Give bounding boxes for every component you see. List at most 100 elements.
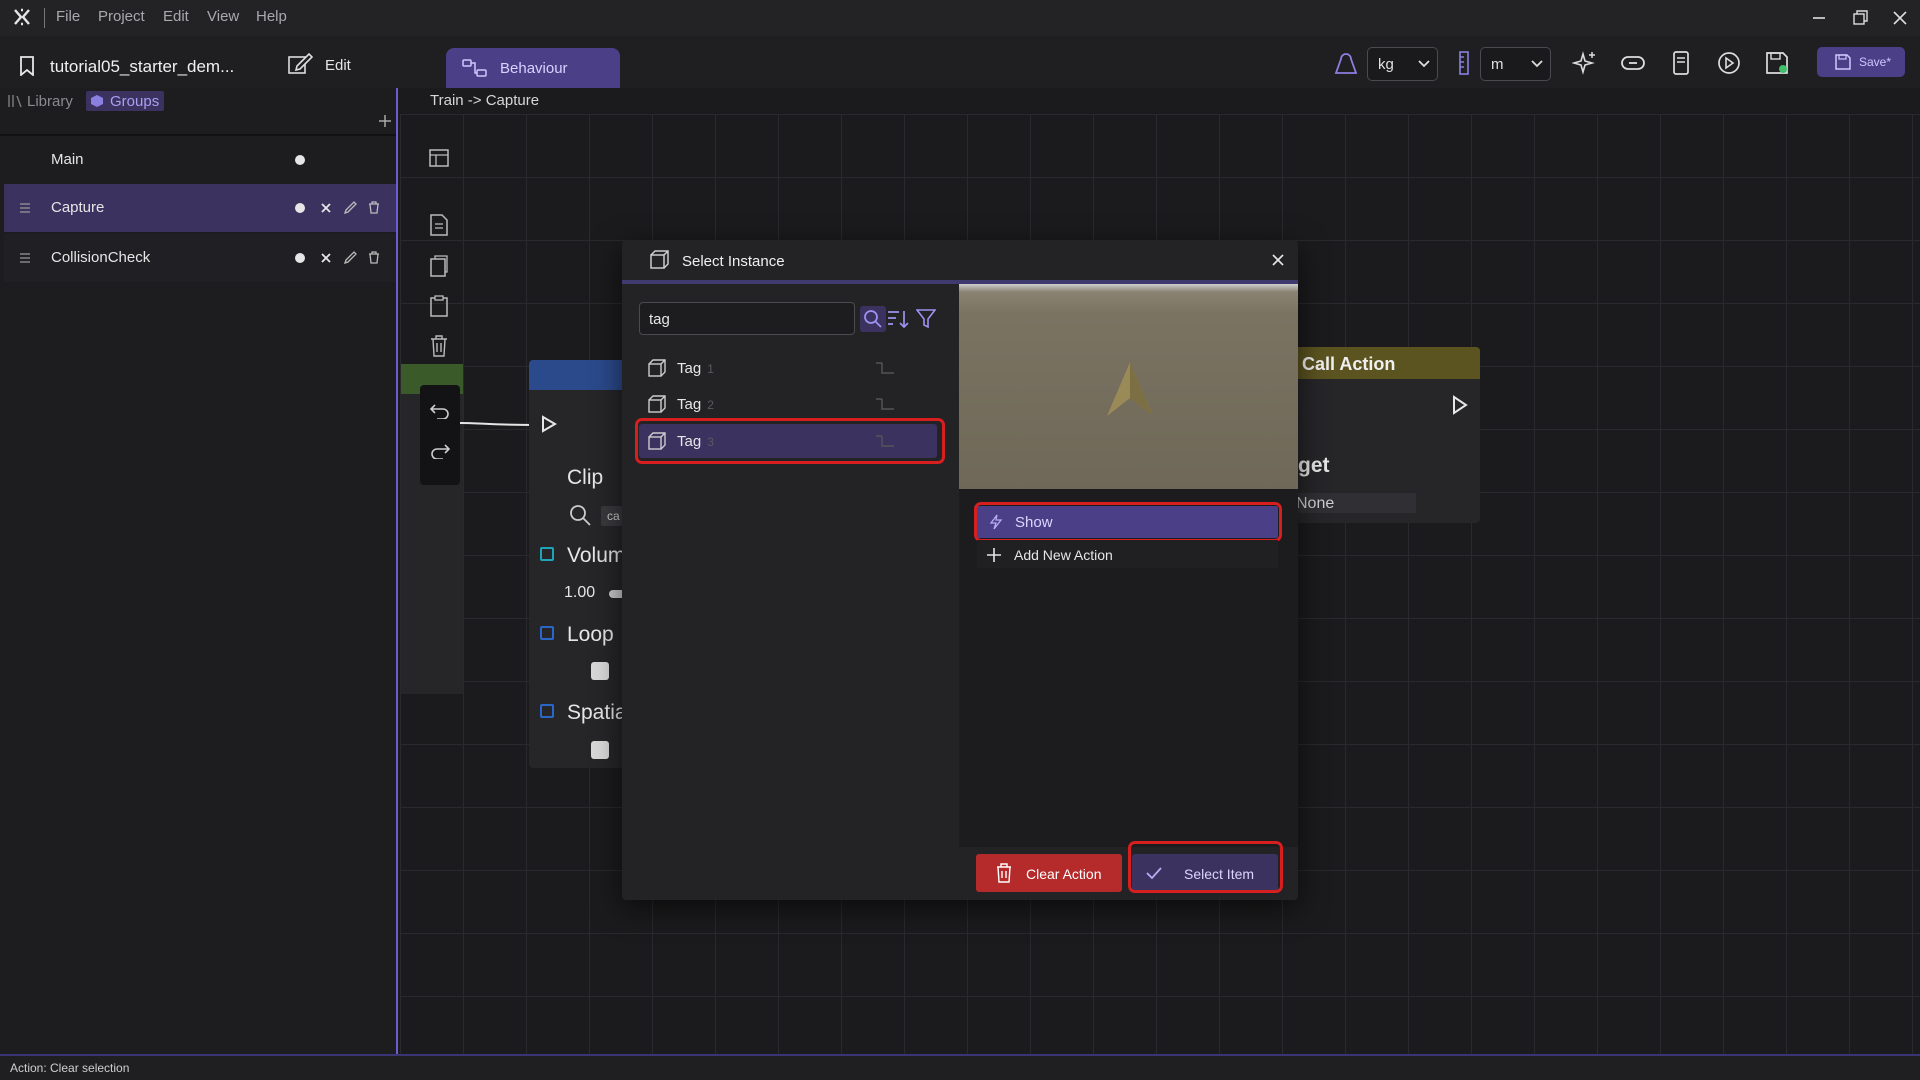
search-icon[interactable] (569, 504, 591, 526)
mass-icon (1333, 50, 1359, 76)
instance-icon (648, 359, 666, 377)
search-input[interactable]: tag (639, 302, 855, 335)
spatial-checkbox[interactable] (591, 741, 609, 759)
add-new-action-button[interactable]: Add New Action (977, 540, 1278, 568)
trash-icon[interactable] (368, 251, 380, 264)
menu-project[interactable]: Project (98, 8, 145, 25)
edit-button[interactable]: Edit (285, 46, 367, 80)
redo-icon[interactable] (429, 443, 451, 459)
menu-file[interactable]: File (56, 8, 80, 25)
trash-icon[interactable] (368, 201, 380, 214)
pencil-icon[interactable] (344, 201, 357, 214)
node-sound[interactable]: Clip ca Volum 1.00 Loop Spatia (529, 360, 629, 768)
vr-headset-icon[interactable] (1620, 50, 1646, 76)
status-bar: Action: Clear selection (0, 1054, 1920, 1080)
paste-icon[interactable] (429, 295, 449, 317)
save-label: Save* (1859, 55, 1892, 69)
flow-in-icon[interactable] (541, 415, 557, 433)
minimize-icon[interactable] (1809, 8, 1829, 28)
title-bar: File Project Edit View Help (0, 0, 1920, 36)
instance-item[interactable]: Tag 2 (639, 387, 937, 421)
bookmark-icon (19, 56, 35, 76)
device-icon[interactable] (1668, 50, 1694, 76)
flow-out-icon[interactable] (1452, 395, 1468, 415)
pencil-icon[interactable] (344, 251, 357, 264)
behaviour-icon (462, 58, 488, 78)
port-icon[interactable] (540, 704, 554, 718)
tab-behaviour[interactable]: Behaviour (446, 48, 620, 88)
length-unit-select[interactable]: m (1480, 47, 1551, 81)
menu-edit[interactable]: Edit (163, 8, 189, 25)
search-icon (863, 309, 883, 329)
delete-icon[interactable] (430, 335, 448, 357)
chevron-down-icon (1531, 60, 1543, 68)
layout-icon[interactable] (428, 147, 450, 169)
copy-icon[interactable] (429, 255, 449, 277)
mass-unit-select[interactable]: kg (1367, 47, 1438, 81)
loop-checkbox[interactable] (591, 662, 609, 680)
instance-label: Tag 2 (677, 396, 714, 413)
close-icon[interactable] (321, 203, 331, 213)
close-window-icon[interactable] (1890, 8, 1910, 28)
save-check-icon[interactable] (1764, 50, 1790, 76)
highlight-selected-item (635, 418, 945, 464)
menu-help[interactable]: Help (256, 8, 287, 25)
visibility-dot-icon[interactable] (295, 155, 305, 165)
add-new-action-label: Add New Action (1014, 547, 1113, 563)
target-field[interactable]: None (1294, 493, 1416, 513)
group-row-main[interactable]: Main (4, 136, 396, 184)
status-text: Action: Clear selection (10, 1061, 130, 1075)
groups-label: Groups (110, 93, 160, 110)
breadcrumb-bar: Train -> Capture (400, 88, 1920, 114)
drag-handle-icon[interactable] (20, 203, 30, 213)
edit-icon (287, 52, 313, 76)
group-row-collisioncheck[interactable]: CollisionCheck (4, 234, 396, 282)
clear-action-button[interactable]: Clear Action (976, 854, 1122, 892)
restore-icon[interactable] (1850, 8, 1870, 28)
instance-icon (648, 395, 666, 413)
group-row-capture[interactable]: Capture (4, 184, 396, 232)
cube-icon (91, 95, 103, 107)
search-button[interactable] (860, 306, 886, 332)
toolbar: tutorial05_starter_dem... Edit Behaviour… (0, 36, 1920, 88)
clip-label: Clip (567, 466, 604, 489)
dialog-title: Select Instance (682, 253, 785, 270)
breadcrumb: Train -> Capture (430, 92, 540, 109)
document-icon[interactable] (429, 214, 449, 236)
filter-icon[interactable] (916, 309, 936, 329)
tab-library[interactable]: Library (6, 91, 78, 111)
left-panel: Library Groups Main Capture CollisionChe… (0, 88, 398, 1054)
menu-view[interactable]: View (207, 8, 239, 25)
chevron-down-icon (1418, 60, 1430, 68)
close-icon[interactable] (321, 253, 331, 263)
visibility-dot-icon[interactable] (295, 253, 305, 263)
dialog-header: Select Instance (622, 240, 1298, 280)
library-icon (8, 94, 22, 108)
drag-handle-icon[interactable] (20, 253, 30, 263)
length-unit-value: m (1491, 56, 1504, 73)
port-icon[interactable] (540, 626, 554, 640)
save-button[interactable]: Save* (1817, 47, 1905, 77)
instance-label: Tag 1 (677, 360, 714, 377)
highlight-show-action (974, 502, 1282, 542)
search-input-value: tag (649, 311, 670, 328)
undo-icon[interactable] (429, 403, 451, 419)
mass-unit-value: kg (1378, 56, 1394, 73)
behaviour-link-icon (875, 397, 895, 413)
instance-item[interactable]: Tag 1 (639, 351, 937, 385)
tab-groups[interactable]: Groups (86, 91, 164, 111)
close-icon[interactable] (1272, 254, 1284, 266)
target-label: get (1298, 454, 1330, 477)
volume-label: Volum (567, 544, 626, 567)
visibility-dot-icon[interactable] (295, 203, 305, 213)
play-icon[interactable] (1716, 50, 1742, 76)
behaviour-link-icon (875, 361, 895, 377)
sort-icon[interactable] (887, 309, 909, 329)
select-instance-dialog: Select Instance tag Tag 1 Tag 2 Tag 3 Sh… (622, 240, 1298, 900)
preview-model-icon (1105, 360, 1155, 420)
sparkle-icon[interactable] (1572, 50, 1598, 76)
spatial-label: Spatia (567, 701, 627, 724)
project-name: tutorial05_starter_dem... (50, 57, 235, 76)
add-group-icon[interactable] (379, 115, 391, 127)
port-icon[interactable] (540, 547, 554, 561)
